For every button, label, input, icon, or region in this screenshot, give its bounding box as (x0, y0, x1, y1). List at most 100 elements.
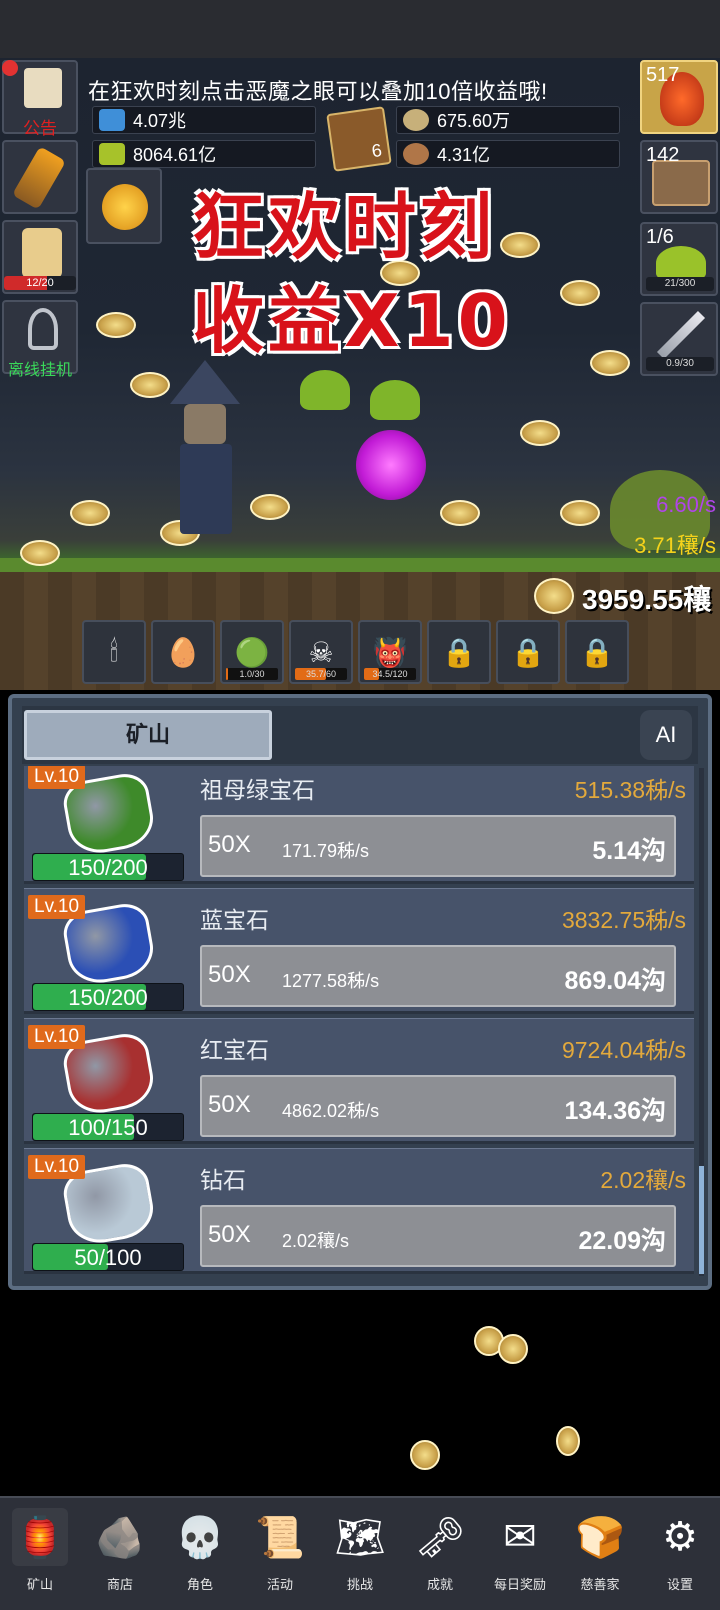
red-dot-badge (2, 60, 18, 76)
nav-item[interactable]: 📜 活动 (240, 1498, 320, 1610)
nav-label: 慈善家 (580, 1577, 620, 1592)
gem-progress: 100/150 (32, 1113, 184, 1141)
coin-icon (556, 1426, 580, 1456)
scrollbar-thumb[interactable] (699, 1166, 704, 1274)
beer-button[interactable]: 12/20 (2, 220, 78, 294)
coin-icon (130, 372, 170, 398)
game-scene[interactable]: 在狂欢时刻点击恶魔之眼可以叠加10倍收益哦! 4.07兆 8064.61亿 67… (0, 0, 720, 690)
chest-button[interactable]: 142 (640, 140, 718, 214)
nav-item[interactable]: ✉ 每日奖励 (480, 1498, 560, 1610)
coin-icon (534, 578, 574, 614)
gear-icon: ⚙ (662, 1515, 698, 1559)
nav-label: 矿山 (26, 1577, 53, 1592)
slime-icon (656, 246, 706, 280)
coin-icon (500, 232, 540, 258)
gem-rate: 2.02穰/s (600, 1167, 686, 1193)
purple-rate: 6.60/s (656, 492, 716, 517)
hero-slot[interactable]: 🔒 (427, 620, 491, 684)
coin-icon (560, 280, 600, 306)
skull-icon: 💀 (175, 1515, 225, 1560)
nav-label: 角色 (186, 1577, 213, 1592)
hero-slot[interactable]: 👹 34.5/120 (358, 620, 422, 684)
lock-icon: 🔒 (441, 636, 477, 668)
hero-slot[interactable]: 🟢 1.0/30 (220, 620, 284, 684)
chest-count: 142 (646, 144, 680, 166)
resource-value: 675.60万 (437, 111, 511, 131)
nav-item[interactable]: 🗺 挑战 (320, 1498, 400, 1610)
gem-progress: 150/200 (32, 983, 184, 1011)
upgrade-increase: 4862.02秭/s (282, 1101, 380, 1121)
upgrade-button[interactable]: 50X 4862.02秭/s 134.36沟 (200, 1075, 676, 1137)
carnival-banner-line1: 狂欢时刻 (192, 185, 497, 269)
upgrade-button[interactable]: 50X 1277.58秭/s 869.04沟 (200, 945, 676, 1007)
nav-item[interactable]: 🪨 商店 (80, 1498, 160, 1610)
nav-item[interactable]: ⚙ 设置 (640, 1498, 720, 1610)
total-currency: 3959.55穰 (582, 584, 712, 615)
nav-item[interactable]: 🍞 慈善家 (560, 1498, 640, 1610)
announcement-button[interactable]: 公告 (2, 60, 78, 138)
nav-label: 成就 (426, 1577, 453, 1592)
gem-name: 红宝石 (200, 1037, 269, 1063)
nav-item[interactable]: 🏮 矿山 (0, 1498, 80, 1610)
resource-value: 8064.61亿 (133, 145, 217, 165)
coin-icon (520, 420, 560, 446)
hero-slot[interactable]: ☠ 35.7/60 (289, 620, 353, 684)
nav-label: 活动 (266, 1577, 293, 1592)
beer-progress: 12/20 (4, 276, 76, 290)
green-potion-icon (99, 143, 125, 165)
sword-button[interactable]: 0.9/30 (640, 302, 718, 376)
upgrade-button[interactable]: 50X 2.02穰/s 22.09沟 (200, 1205, 676, 1267)
slot-progress: 35.7/60 (295, 668, 347, 680)
gem-row: Lv.10 150/200 蓝宝石 3832.75秭/s 50X 1277.58秭/s 86… (24, 888, 694, 1014)
offline-label: 离线挂机 (7, 362, 72, 379)
resource-value: 4.07兆 (133, 111, 187, 131)
slot-progress: 1.0/30 (226, 668, 278, 680)
potion-shop-button[interactable]: 517 (640, 60, 718, 134)
golden-key-button[interactable] (86, 168, 162, 244)
gem-row: Lv.10 150/200 祖母绿宝石 515.38秭/s 50X 171.79秭/s 5.… (24, 766, 694, 884)
coin-icon (590, 350, 630, 376)
resource-gold: 675.60万 (396, 106, 620, 134)
hero-slot[interactable]: 🕯 (82, 620, 146, 684)
book-button[interactable]: 6 (326, 106, 392, 172)
list-scrollbar[interactable] (699, 768, 704, 1276)
ai-button[interactable]: AI (640, 710, 692, 760)
gem-name: 蓝宝石 (200, 907, 269, 933)
lock-icon: 🔒 (579, 636, 615, 668)
demon-eye[interactable] (356, 430, 426, 500)
nav-item[interactable]: 🗝 成就 (400, 1498, 480, 1610)
upgrade-multiplier: 50X (208, 831, 251, 858)
gem-name: 钻石 (200, 1167, 246, 1193)
nav-item[interactable]: 💀 角色 (160, 1498, 240, 1610)
offline-button[interactable]: 离线挂机 (2, 300, 78, 379)
hero-slot[interactable]: 🥚 (151, 620, 215, 684)
blue-potion-icon (99, 109, 125, 131)
tab-mine[interactable]: 矿山 (24, 710, 272, 760)
scroll-icon: 📜 (255, 1515, 305, 1560)
slime-icon: 🟢 (234, 636, 270, 668)
gem-rate: 9724.04秭/s (561, 1037, 686, 1063)
demon-icon: 👹 (372, 636, 408, 668)
meat-icon (403, 143, 429, 165)
slime-button[interactable]: 1/6 21/300 (640, 222, 718, 296)
hero-slot[interactable]: 🔒 (565, 620, 629, 684)
carnival-banner-line2: 收益X10 (192, 279, 512, 363)
hero-slot[interactable]: 🔒 (496, 620, 560, 684)
egg-icon: 🥚 (165, 636, 201, 668)
coin-icon (20, 540, 60, 566)
upgrade-button[interactable]: 50X 171.79秭/s 5.14沟 (200, 815, 676, 877)
level-badge: Lv.10 (28, 766, 86, 789)
resource-green-potion: 8064.61亿 (92, 140, 316, 168)
envelope-icon: ✉ (503, 1515, 537, 1559)
torch-icon (12, 146, 66, 210)
coin-icon (560, 500, 600, 526)
gem-list[interactable]: Lv.10 150/200 祖母绿宝石 515.38秭/s 50X 171.79秭/s 5.… (24, 766, 694, 1278)
upgrade-cost: 22.09沟 (578, 1227, 666, 1255)
gem-rate: 3832.75秭/s (561, 907, 686, 933)
coin-icon (70, 500, 110, 526)
nav-label: 挑战 (346, 1577, 373, 1592)
key-icon: 🗝 (414, 1515, 466, 1560)
map-icon: 🗺 (334, 1515, 386, 1560)
torch-button[interactable] (2, 140, 78, 214)
level-badge: Lv.10 (28, 895, 86, 919)
